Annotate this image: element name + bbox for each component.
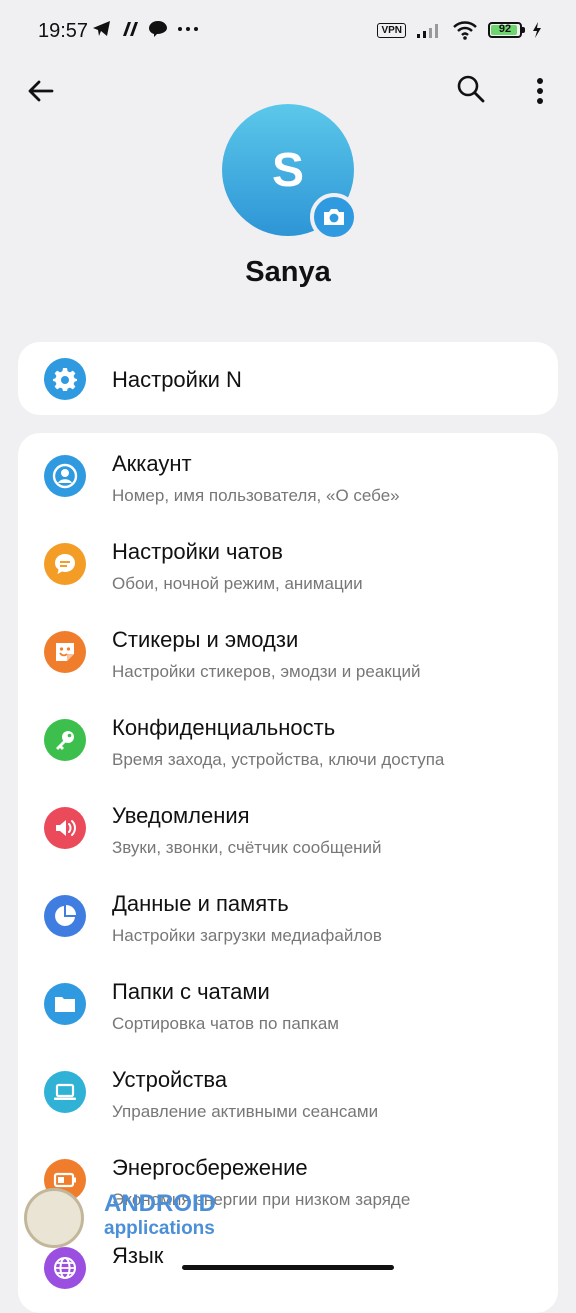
folders-title: Папки с чатами: [112, 979, 270, 1004]
power-saving-title: Энергосбережение: [112, 1155, 308, 1180]
more-dots-icon: [178, 27, 198, 31]
settings-item-power-saving[interactable]: Энергосбережение Экономия энергии при ни…: [18, 1137, 558, 1225]
status-time: 19:57: [38, 20, 89, 42]
settings-n-row[interactable]: Настройки N: [18, 342, 558, 415]
status-bar: 19:57 VPN 92: [0, 0, 576, 64]
speaker-icon: [44, 807, 86, 849]
folders-subtitle: Сортировка чатов по папкам: [112, 1014, 339, 1033]
settings-item-folders[interactable]: Папки с чатами Сортировка чатов по папка…: [18, 961, 558, 1049]
stickers-title: Стикеры и эмодзи: [112, 627, 299, 652]
telegram-icon: [93, 21, 110, 36]
language-title: Язык: [112, 1243, 164, 1268]
data-storage-title: Данные и память: [112, 891, 289, 916]
account-subtitle: Номер, имя пользователя, «О себе»: [112, 486, 400, 505]
home-gesture-bar[interactable]: [182, 1265, 394, 1270]
settings-item-stickers[interactable]: Стикеры и эмодзи Настройки стикеров, эмо…: [18, 609, 558, 697]
privacy-title: Конфиденциальность: [112, 715, 336, 740]
set-photo-button[interactable]: [310, 193, 358, 241]
app-settings-card: Настройки N: [18, 342, 558, 415]
folder-icon: [44, 983, 86, 1025]
settings-list-card: Аккаунт Номер, имя пользователя, «О себе…: [18, 433, 558, 1313]
battery-indicator: 92: [488, 22, 525, 38]
settings-item-data-storage[interactable]: Данные и память Настройки загрузки медиа…: [18, 873, 558, 961]
account-icon: [44, 455, 86, 497]
notifications-subtitle: Звуки, звонки, счётчик сообщений: [112, 838, 382, 857]
charging-icon: [533, 22, 541, 38]
watermark-mascot-image: [24, 1188, 84, 1248]
gear-icon: [44, 358, 86, 400]
status-system-icons: VPN 92: [377, 20, 542, 40]
profile-name: Sanya: [245, 256, 331, 288]
data-storage-subtitle: Настройки загрузки медиафайлов: [112, 926, 382, 945]
chat-settings-subtitle: Обои, ночной режим, анимации: [112, 574, 363, 593]
globe-icon: [44, 1247, 86, 1289]
settings-item-account[interactable]: Аккаунт Номер, имя пользователя, «О себе…: [18, 433, 558, 521]
settings-item-chat-settings[interactable]: Настройки чатов Обои, ночной режим, аним…: [18, 521, 558, 609]
messenger-icon: [149, 21, 167, 37]
chat-settings-icon: [44, 543, 86, 585]
settings-item-privacy[interactable]: Конфиденциальность Время захода, устройс…: [18, 697, 558, 785]
devices-subtitle: Управление активными сеансами: [112, 1102, 379, 1121]
signal-icon: [417, 24, 438, 38]
key-icon: [44, 719, 86, 761]
camera-icon: [324, 209, 344, 225]
sticker-icon: [44, 631, 86, 673]
more-vertical-icon[interactable]: [528, 76, 552, 106]
stickers-subtitle: Настройки стикеров, эмодзи и реакций: [112, 662, 421, 681]
vpn-badge: VPN: [377, 22, 406, 38]
chat-settings-title: Настройки чатов: [112, 539, 283, 564]
laptop-icon: [44, 1071, 86, 1113]
app-icon: [123, 22, 138, 36]
wifi-icon: [453, 21, 477, 40]
settings-item-devices[interactable]: Устройства Управление активными сеансами: [18, 1049, 558, 1137]
settings-n-label: Настройки N: [112, 367, 242, 392]
privacy-subtitle: Время захода, устройства, ключи доступа: [112, 750, 445, 769]
search-icon[interactable]: [456, 74, 486, 104]
devices-title: Устройства: [112, 1067, 228, 1092]
battery-percent: 92: [498, 23, 512, 35]
account-title: Аккаунт: [112, 451, 192, 476]
status-notification-icons: [92, 20, 200, 38]
watermark-line-1: ANDROID: [104, 1190, 216, 1217]
back-arrow-icon[interactable]: [24, 74, 58, 108]
notifications-title: Уведомления: [112, 803, 250, 828]
watermark-line-2: applications: [104, 1218, 215, 1239]
avatar-initial: S: [271, 143, 304, 197]
settings-item-notifications[interactable]: Уведомления Звуки, звонки, счётчик сообщ…: [18, 785, 558, 873]
pie-chart-icon: [44, 895, 86, 937]
